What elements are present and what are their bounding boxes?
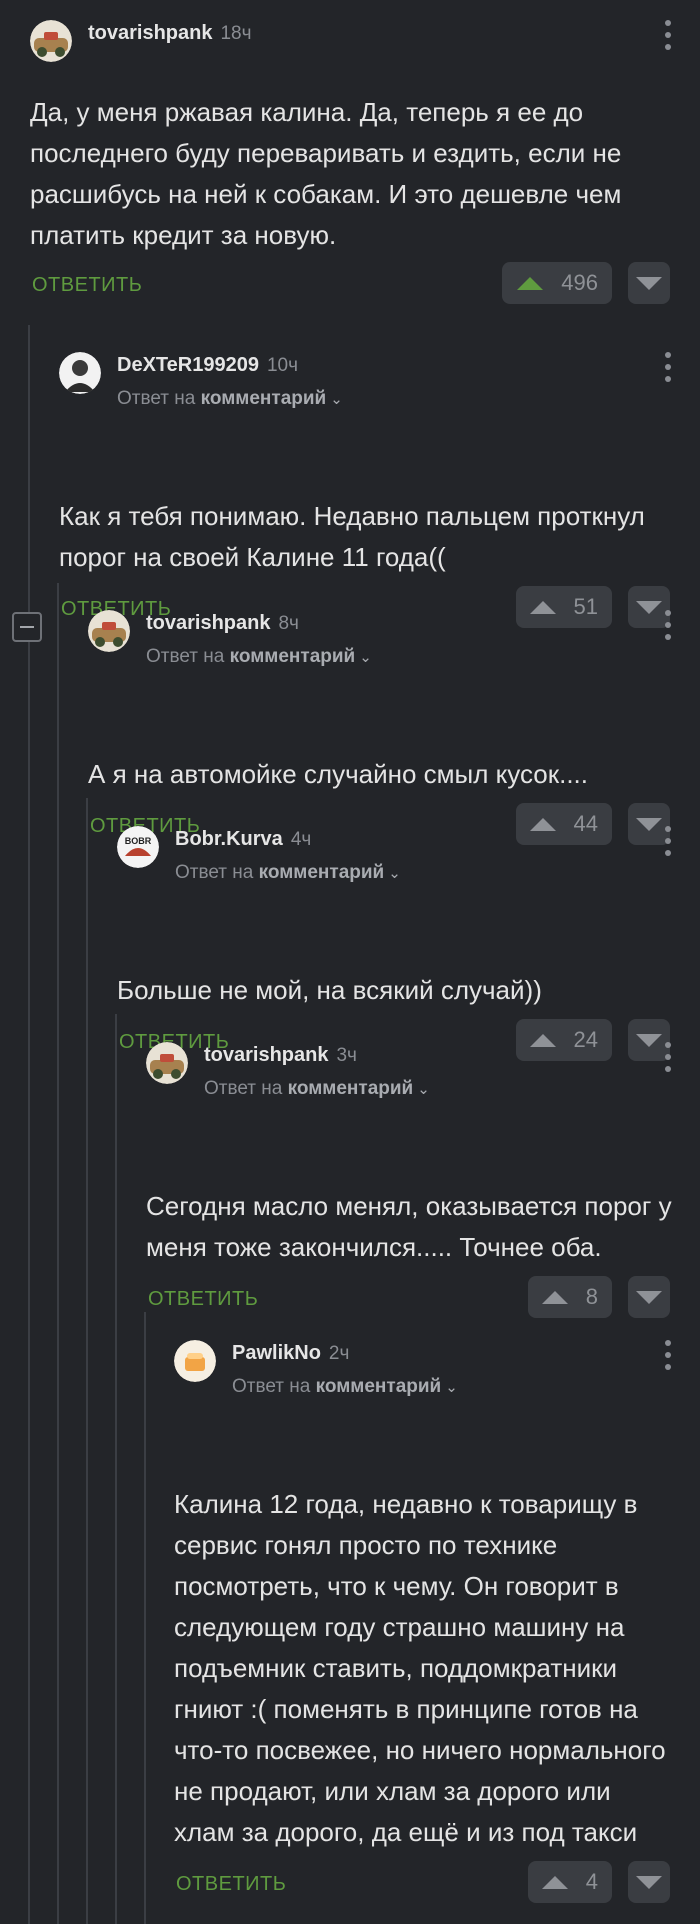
comment-time: 4ч <box>290 829 312 850</box>
reply-to-target[interactable]: комментарий <box>259 862 385 883</box>
avatar-text: BOBR <box>125 836 152 846</box>
username[interactable]: tovarishpank <box>146 612 270 634</box>
chevron-down-icon[interactable]: ⌄ <box>359 648 372 666</box>
comment-time: 2ч <box>328 1343 350 1364</box>
more-options-icon[interactable] <box>664 352 672 382</box>
chevron-down-icon[interactable]: ⌄ <box>330 390 343 408</box>
more-options-icon[interactable] <box>664 826 672 856</box>
comment-time: 3ч <box>336 1045 357 1066</box>
collapse-thread-button[interactable] <box>12 612 42 642</box>
avatar[interactable] <box>59 352 101 394</box>
username[interactable]: tovarishpank <box>204 1044 328 1066</box>
avatar[interactable] <box>30 20 72 62</box>
thread-line-4 <box>115 1014 117 1924</box>
comment-header: tovarishpank 18ч <box>30 0 700 70</box>
comment-text: Да, у меня ржавая калина. Да, теперь я е… <box>30 97 622 250</box>
comment-header: BOBR Bobr.Kurva 4ч Ответ на комментарий ⌄ <box>117 806 700 883</box>
comment-text: Сегодня масло менял, оказывается порог у… <box>146 1191 672 1262</box>
reply-to-prefix: Ответ на <box>175 862 254 883</box>
reply-to-prefix: Ответ на <box>146 646 225 667</box>
vote-count: 496 <box>561 270 598 295</box>
vote-count: 8 <box>585 1284 598 1309</box>
comment-actions: ОТВЕТИТЬ 4 <box>174 1861 700 1911</box>
reply-to-prefix: Ответ на <box>117 388 196 409</box>
comment-actions: ОТВЕТИТЬ 8 <box>146 1276 700 1326</box>
reply-to-link[interactable]: Ответ на комментарий ⌄ <box>232 1376 458 1398</box>
avatar[interactable]: BOBR <box>117 826 159 868</box>
comment-time: 8ч <box>278 613 299 634</box>
chevron-down-icon[interactable]: ⌄ <box>388 864 401 882</box>
avatar[interactable] <box>146 1042 188 1084</box>
comment-text: Больше не мой, на всякий случай)) <box>117 975 542 1005</box>
reply-button[interactable]: ОТВЕТИТЬ <box>176 1873 286 1896</box>
username[interactable]: Bobr.Kurva <box>175 828 283 850</box>
more-options-icon[interactable] <box>664 1042 672 1072</box>
username-link[interactable]: tovarishpank 8ч <box>146 612 299 635</box>
arrow-up-icon <box>517 276 544 290</box>
comment-time: 10ч <box>266 355 298 376</box>
vote-count: 4 <box>585 1869 598 1894</box>
username[interactable]: tovarishpank <box>88 22 212 44</box>
reply-to-link[interactable]: Ответ на комментарий ⌄ <box>146 646 372 668</box>
username-link[interactable]: DeXTeR199209 10ч <box>117 354 298 377</box>
more-options-icon[interactable] <box>664 610 672 640</box>
reply-to-link[interactable]: Ответ на комментарий ⌄ <box>175 862 401 884</box>
reply-to-link[interactable]: Ответ на комментарий ⌄ <box>204 1078 430 1100</box>
arrow-down-icon <box>636 276 662 290</box>
upvote-button[interactable]: 8 <box>528 1276 612 1318</box>
comment: PawlikNo 2ч Ответ на комментарий ⌄ Калина … <box>174 1320 700 1911</box>
thread-line-5 <box>144 1312 146 1924</box>
username-link[interactable]: tovarishpank 3ч <box>204 1044 357 1067</box>
reply-to-prefix: Ответ на <box>204 1078 283 1099</box>
thread-line-1 <box>28 325 30 1924</box>
arrow-up-icon <box>541 1875 568 1889</box>
reply-to-target[interactable]: комментарий <box>316 1376 442 1397</box>
reply-to-target[interactable]: комментарий <box>288 1078 414 1099</box>
avatar[interactable] <box>88 610 130 652</box>
comment-text: Как я тебя понимаю. Недавно пальцем прот… <box>59 501 645 572</box>
thread-line-3 <box>86 798 88 1924</box>
comment-header: DeXTeR199209 10ч Ответ на комментарий ⌄ <box>59 332 700 409</box>
reply-to-link[interactable]: Ответ на комментарий ⌄ <box>117 388 343 410</box>
chevron-down-icon[interactable]: ⌄ <box>417 1080 430 1098</box>
comment-header: tovarishpank 3ч Ответ на комментарий ⌄ <box>146 1022 700 1099</box>
reply-button[interactable]: ОТВЕТИТЬ <box>32 274 142 297</box>
reply-to-prefix: Ответ на <box>232 1376 311 1397</box>
downvote-button[interactable] <box>628 1861 670 1903</box>
more-options-icon[interactable] <box>664 20 672 50</box>
reply-to-target[interactable]: комментарий <box>201 388 327 409</box>
comment-time: 18ч <box>220 23 252 44</box>
reply-button[interactable]: ОТВЕТИТЬ <box>148 1288 258 1311</box>
username[interactable]: DeXTeR199209 <box>117 354 259 376</box>
username-link[interactable]: tovarishpank 18ч <box>88 22 252 45</box>
comment: tovarishpank 3ч Ответ на комментарий ⌄ Сег… <box>146 1022 700 1326</box>
comment-header: PawlikNo 2ч Ответ на комментарий ⌄ <box>174 1320 700 1397</box>
thread-line-2 <box>57 583 59 1924</box>
comment-header: tovarishpank 8ч Ответ на комментарий ⌄ <box>88 590 700 667</box>
comment-text: А я на автомойке случайно смыл кусок.... <box>88 759 588 789</box>
downvote-button[interactable] <box>628 1276 670 1318</box>
comment-text: Калина 12 года, недавно к товарищу в сер… <box>174 1489 666 1847</box>
arrow-up-icon <box>541 1290 568 1304</box>
more-options-icon[interactable] <box>664 1340 672 1370</box>
minus-icon <box>20 626 34 628</box>
username-link[interactable]: PawlikNo 2ч <box>232 1342 349 1365</box>
avatar[interactable] <box>174 1340 216 1382</box>
reply-to-target[interactable]: комментарий <box>230 646 356 667</box>
upvote-button[interactable]: 496 <box>502 262 612 304</box>
comment: tovarishpank 18ч Да, у меня ржавая калина… <box>30 0 700 312</box>
chevron-down-icon[interactable]: ⌄ <box>445 1378 458 1396</box>
arrow-down-icon <box>636 1875 662 1889</box>
comment-actions: ОТВЕТИТЬ 496 <box>30 262 700 312</box>
downvote-button[interactable] <box>628 262 670 304</box>
upvote-button[interactable]: 4 <box>528 1861 612 1903</box>
username[interactable]: PawlikNo <box>232 1342 321 1364</box>
arrow-down-icon <box>636 1290 662 1304</box>
username-link[interactable]: Bobr.Kurva 4ч <box>175 828 311 851</box>
